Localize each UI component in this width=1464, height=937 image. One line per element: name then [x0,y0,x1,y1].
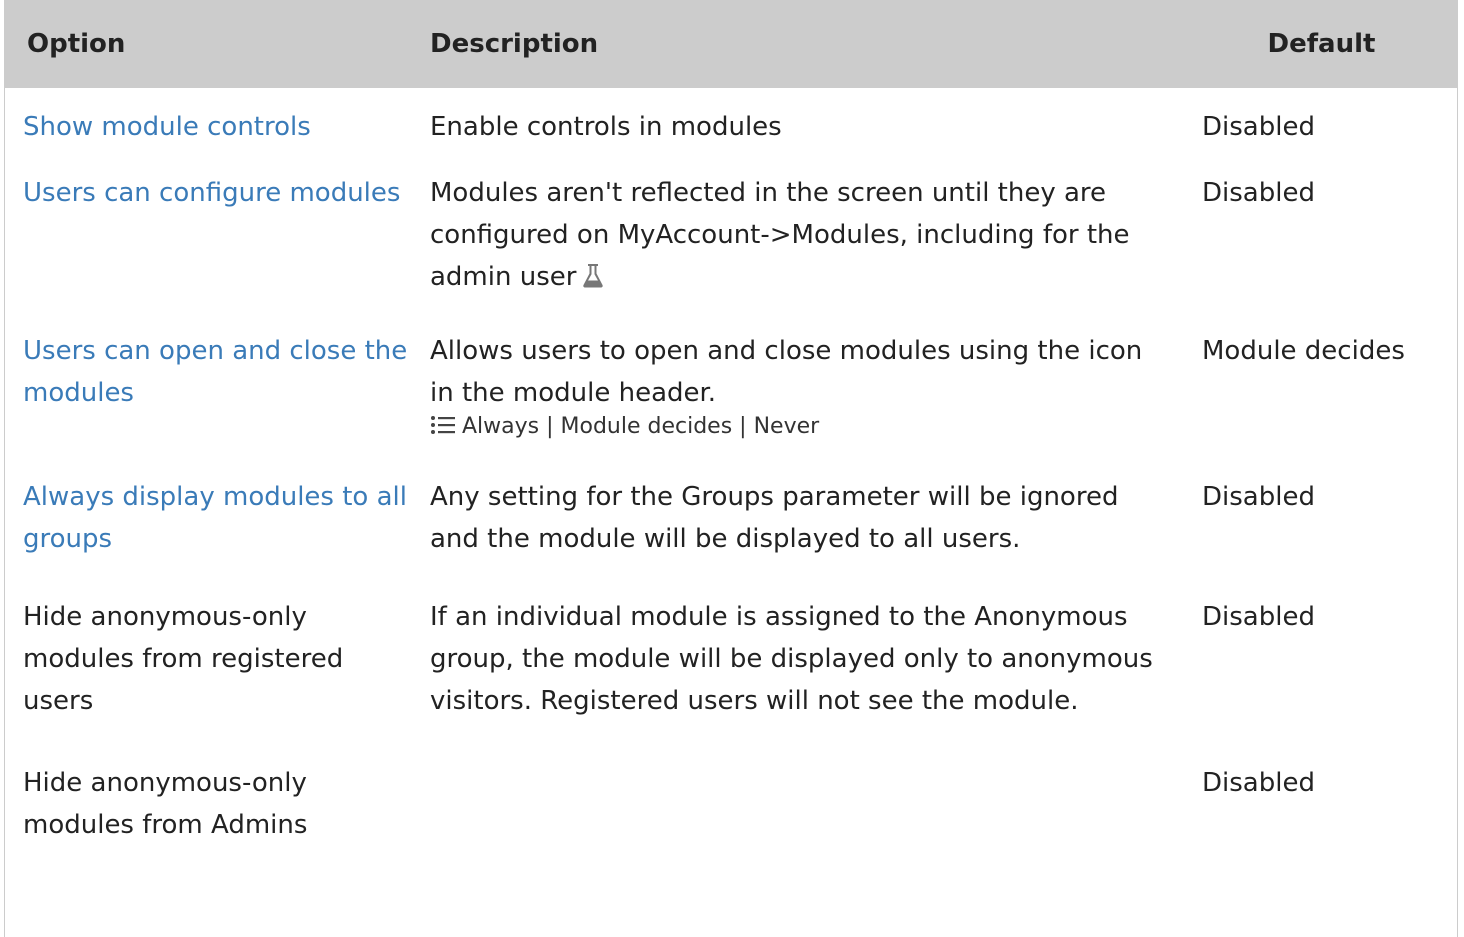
flask-icon [582,259,604,288]
option-description: Allows users to open and close modules u… [430,336,1143,408]
option-description: Modules aren't reflected in the screen u… [430,178,1130,292]
table-row: Hide anonymous-only modules from registe… [5,586,1457,752]
option-description: Any setting for the Groups parameter wil… [430,482,1119,554]
table-row: Always display modules to all groups Any… [5,466,1457,586]
option-name: Hide anonymous-only modules from Admins [23,768,308,840]
table-row: Users can open and close the modules All… [5,320,1457,466]
table-row: Users can configure modules Modules aren… [5,162,1457,320]
option-description: Enable controls in modules [430,112,782,142]
option-description-cell: Allows users to open and close modules u… [409,320,1184,466]
option-name: Hide anonymous-only modules from registe… [23,602,344,716]
option-default: Disabled [1202,178,1315,208]
option-default: Disabled [1202,768,1315,798]
table-row: Show module controls Enable controls in … [5,88,1457,162]
list-icon [430,414,456,434]
option-default: Module decides [1202,336,1405,366]
option-link-show-module-controls[interactable]: Show module controls [23,112,311,142]
option-description: If an individual module is assigned to t… [430,602,1153,716]
option-values: Always | Module decides | Never [430,412,1164,442]
column-header-description: Description [430,29,599,59]
option-default: Disabled [1202,482,1315,512]
settings-table-container: Option Description Default Show module c… [4,0,1458,937]
column-header-option: Option [27,29,126,59]
option-default: Disabled [1202,112,1315,142]
option-link-users-can-open-and-close-the-modules[interactable]: Users can open and close the modules [23,336,407,408]
settings-table: Option Description Default Show module c… [5,0,1457,856]
option-description-cell: Modules aren't reflected in the screen u… [409,162,1184,320]
option-link-always-display-modules-to-all-groups[interactable]: Always display modules to all groups [23,482,407,554]
option-values-text: Always | Module decides | Never [462,414,820,439]
option-link-users-can-configure-modules[interactable]: Users can configure modules [23,178,400,208]
option-default: Disabled [1202,602,1315,632]
option-description [409,752,1184,856]
column-header-default: Default [1267,29,1376,59]
table-row: Hide anonymous-only modules from Admins … [5,752,1457,856]
table-header-row: Option Description Default [5,0,1457,88]
